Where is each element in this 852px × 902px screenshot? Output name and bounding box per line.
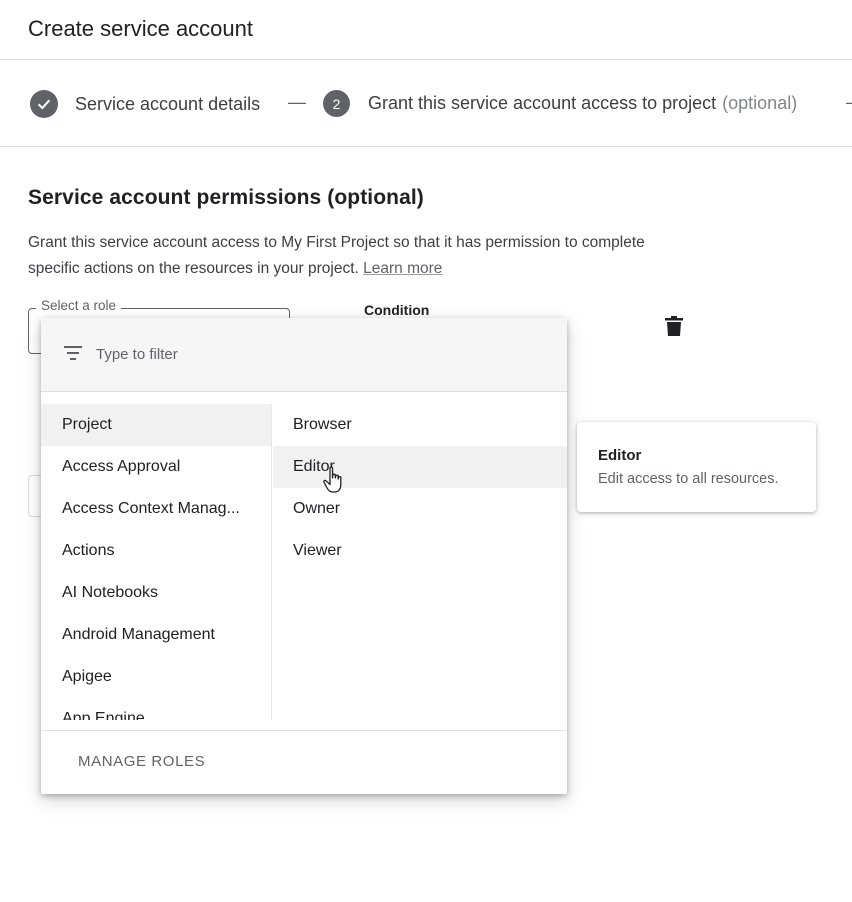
page-header: Create service account xyxy=(0,0,852,60)
step2-label-text: Grant this service account access to pro… xyxy=(368,93,717,113)
category-apigee[interactable]: Apigee xyxy=(41,656,271,698)
page-title: Create service account xyxy=(28,16,253,41)
step-grant-access[interactable]: 2 Grant this service account access to p… xyxy=(323,90,797,117)
category-android-management[interactable]: Android Management xyxy=(41,614,271,656)
category-app-engine[interactable]: App Engine xyxy=(41,698,271,720)
section-description: Grant this service account access to My … xyxy=(28,230,668,282)
category-list: Project Access Approval Access Context M… xyxy=(41,404,272,720)
role-menu: Project Access Approval Access Context M… xyxy=(41,318,567,794)
delete-icon[interactable] xyxy=(665,316,683,336)
role-editor[interactable]: Editor xyxy=(273,446,567,488)
step2-label: Grant this service account access to pro… xyxy=(368,93,797,114)
step-service-account-details[interactable]: Service account details xyxy=(30,90,260,118)
tooltip-title: Editor xyxy=(598,447,642,464)
manage-roles-button[interactable]: MANAGE ROLES xyxy=(78,753,205,770)
role-tooltip: Editor Edit access to all resources. xyxy=(577,422,816,512)
hand-cursor-icon xyxy=(323,466,342,493)
check-icon xyxy=(30,90,58,118)
role-owner[interactable]: Owner xyxy=(273,488,567,530)
section-title: Service account permissions (optional) xyxy=(28,186,424,209)
filter-bar xyxy=(41,318,567,392)
role-browser[interactable]: Browser xyxy=(273,404,567,446)
step2-number: 2 xyxy=(323,90,350,117)
category-access-approval[interactable]: Access Approval xyxy=(41,446,271,488)
tooltip-description: Edit access to all resources. xyxy=(598,471,779,487)
filter-input[interactable] xyxy=(96,342,516,366)
category-actions[interactable]: Actions xyxy=(41,530,271,572)
category-project[interactable]: Project xyxy=(41,404,271,446)
learn-more-link[interactable]: Learn more xyxy=(363,260,442,277)
condition-label: Condition xyxy=(364,302,430,318)
page: Create service account Service account d… xyxy=(0,0,852,902)
menu-footer: MANAGE ROLES xyxy=(41,730,567,794)
category-access-context-manager[interactable]: Access Context Manag... xyxy=(41,488,271,530)
role-viewer[interactable]: Viewer xyxy=(273,530,567,572)
step2-optional: (optional) xyxy=(722,93,798,113)
filter-icon xyxy=(64,346,82,360)
step-separator-2: — xyxy=(846,92,852,113)
section-description-text: Grant this service account access to My … xyxy=(28,234,645,277)
step1-label: Service account details xyxy=(75,93,261,114)
step-separator: — xyxy=(288,92,306,112)
role-select-label: Select a role xyxy=(36,298,122,313)
stepper: Service account details — 2 Grant this s… xyxy=(0,61,852,147)
role-list: Browser Editor Owner Viewer xyxy=(273,404,567,720)
category-ai-notebooks[interactable]: AI Notebooks xyxy=(41,572,271,614)
add-role-card-edge xyxy=(28,475,42,517)
